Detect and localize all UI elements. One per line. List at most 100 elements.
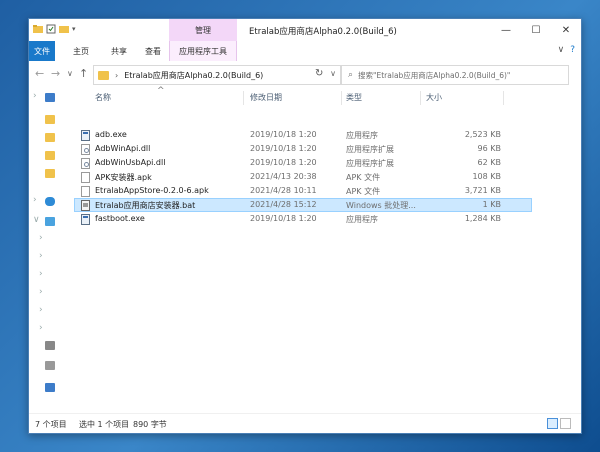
file-type: Windows 批处理...	[346, 201, 416, 210]
file-date: 2019/10/18 1:20	[250, 214, 317, 223]
expand-icon[interactable]: ›	[39, 269, 43, 279]
breadcrumb-chevron-icon[interactable]: ›	[115, 71, 118, 80]
address-row: ← → ∨ ↑ › Etralab应用商店Alpha0.2.0(Build_6)…	[29, 61, 581, 87]
column-date[interactable]: 修改日期	[250, 92, 282, 103]
drive-icon[interactable]	[45, 341, 55, 350]
onedrive-icon[interactable]	[45, 197, 55, 206]
file-name: AdbWinUsbApi.dll	[95, 158, 166, 167]
search-input[interactable]: ⌕ 搜索"Etralab应用商店Alpha0.2.0(Build_6)"	[341, 65, 569, 85]
file-type: 应用程序	[346, 215, 378, 224]
file-size: 96 KB	[477, 144, 501, 153]
back-arrow-icon[interactable]: ←	[35, 67, 44, 80]
file-type: 应用程序扩展	[346, 159, 394, 168]
expand-icon[interactable]: ›	[39, 251, 43, 261]
file-date: 2019/10/18 1:20	[250, 144, 317, 153]
recent-locations-icon[interactable]: ∨	[67, 69, 73, 78]
expand-icon[interactable]: ›	[39, 323, 43, 333]
folder-icon[interactable]	[33, 24, 43, 34]
tab-home[interactable]: 主页	[67, 41, 95, 61]
file-type: 应用程序	[346, 131, 378, 140]
explorer-window: ▾ 管理 Etralab应用商店Alpha0.2.0(Build_6) — ☐ …	[28, 18, 582, 434]
status-bar: 7 个项目 选中 1 个项目 890 字节	[29, 413, 581, 433]
dll-icon	[81, 158, 90, 169]
file-date: 2019/10/18 1:20	[250, 158, 317, 167]
selection-size: 890 字节	[133, 420, 167, 429]
expand-icon[interactable]: ›	[39, 305, 43, 315]
manage-context-tab[interactable]: 管理	[169, 19, 237, 41]
minimize-button[interactable]: —	[491, 19, 521, 41]
large-icons-view-icon[interactable]	[560, 418, 571, 429]
quick-access-icon[interactable]	[45, 93, 55, 102]
refresh-icon[interactable]: ↻	[315, 68, 323, 79]
breadcrumb[interactable]: Etralab应用商店Alpha0.2.0(Build_6)	[124, 70, 263, 81]
folder-icon[interactable]	[45, 133, 55, 142]
new-folder-icon[interactable]	[59, 24, 69, 34]
file-name: AdbWinApi.dll	[95, 144, 151, 153]
file-size: 108 KB	[472, 172, 501, 181]
maximize-button[interactable]: ☐	[521, 19, 551, 41]
file-icon	[81, 172, 90, 183]
table-row[interactable]: fastboot.exe 2019/10/18 1:20 应用程序 1,284 …	[75, 213, 531, 226]
network-icon[interactable]	[45, 383, 55, 392]
exe-icon	[81, 214, 90, 225]
table-row-selected[interactable]: Etralab应用商店安装器.bat 2021/4/28 15:12 Windo…	[74, 198, 532, 212]
expand-icon[interactable]: ∨	[33, 215, 40, 225]
close-button[interactable]: ✕	[551, 19, 581, 41]
drive-icon[interactable]	[45, 361, 55, 370]
table-row[interactable]: AdbWinApi.dll 2019/10/18 1:20 应用程序扩展 96 …	[75, 143, 531, 156]
table-row[interactable]: adb.exe 2019/10/18 1:20 应用程序 2,523 KB	[75, 129, 531, 142]
file-size: 1,284 KB	[464, 214, 501, 223]
file-name: EtralabAppStore-0.2.0-6.apk	[95, 186, 209, 195]
column-type[interactable]: 类型	[346, 92, 362, 103]
expand-icon[interactable]: ›	[39, 287, 43, 297]
expand-icon[interactable]: ›	[33, 195, 37, 205]
file-list: ^ 名称 修改日期 类型 大小 adb.exe 2019/10/18 1:20 …	[71, 86, 581, 413]
item-count: 7 个项目	[35, 420, 67, 429]
column-divider[interactable]	[503, 91, 504, 105]
tab-application-tools[interactable]: 应用程序工具	[169, 41, 237, 61]
file-date: 2021/4/28 15:12	[250, 200, 317, 209]
folder-icon[interactable]	[45, 169, 55, 178]
properties-icon[interactable]	[46, 24, 56, 34]
expand-ribbon-icon[interactable]: ∨	[558, 45, 565, 55]
folder-icon[interactable]	[45, 151, 55, 160]
customize-toolbar-icon[interactable]: ▾	[72, 25, 76, 33]
file-size: 62 KB	[477, 158, 501, 167]
column-divider[interactable]	[420, 91, 421, 105]
file-icon	[81, 186, 90, 197]
selection-count: 选中 1 个项目	[79, 420, 130, 429]
quick-access-toolbar: ▾	[33, 24, 76, 34]
column-divider[interactable]	[243, 91, 244, 105]
tab-share[interactable]: 共享	[105, 41, 133, 61]
folder-icon	[98, 70, 109, 80]
column-headers: ^ 名称 修改日期 类型 大小	[71, 86, 581, 105]
exe-icon	[81, 130, 90, 141]
column-divider[interactable]	[341, 91, 342, 105]
file-type: APK 文件	[346, 187, 381, 196]
title-bar: ▾ 管理 Etralab应用商店Alpha0.2.0(Build_6) — ☐ …	[29, 19, 581, 41]
file-date: 2019/10/18 1:20	[250, 130, 317, 139]
details-view-icon[interactable]	[547, 418, 558, 429]
tab-file[interactable]: 文件	[29, 41, 55, 61]
expand-icon[interactable]: ›	[39, 233, 43, 243]
navigation-pane: › › ∨ › › › › › ›	[29, 87, 69, 413]
folder-icon[interactable]	[45, 115, 55, 124]
help-icon[interactable]: ?	[570, 45, 575, 55]
ribbon-tabs: 文件 主页 共享 查看 应用程序工具 ∨ ?	[29, 41, 581, 62]
table-row[interactable]: AdbWinUsbApi.dll 2019/10/18 1:20 应用程序扩展 …	[75, 157, 531, 170]
address-bar[interactable]: › Etralab应用商店Alpha0.2.0(Build_6) ∨	[93, 65, 341, 85]
column-size[interactable]: 大小	[426, 92, 442, 103]
file-name: fastboot.exe	[95, 214, 145, 223]
search-placeholder: 搜索"Etralab应用商店Alpha0.2.0(Build_6)"	[358, 70, 511, 80]
forward-arrow-icon[interactable]: →	[51, 67, 60, 80]
this-pc-icon[interactable]	[45, 217, 55, 226]
tab-view[interactable]: 查看	[139, 41, 167, 61]
up-arrow-icon[interactable]: ↑	[79, 67, 88, 80]
dll-icon	[81, 144, 90, 155]
table-row[interactable]: APK安装器.apk 2021/4/13 20:38 APK 文件 108 KB	[75, 171, 531, 184]
table-row[interactable]: EtralabAppStore-0.2.0-6.apk 2021/4/28 10…	[75, 185, 531, 198]
address-dropdown-icon[interactable]: ∨	[330, 69, 336, 78]
file-name: APK安装器.apk	[95, 173, 152, 182]
column-name[interactable]: 名称	[95, 92, 111, 103]
expand-icon[interactable]: ›	[33, 91, 37, 101]
